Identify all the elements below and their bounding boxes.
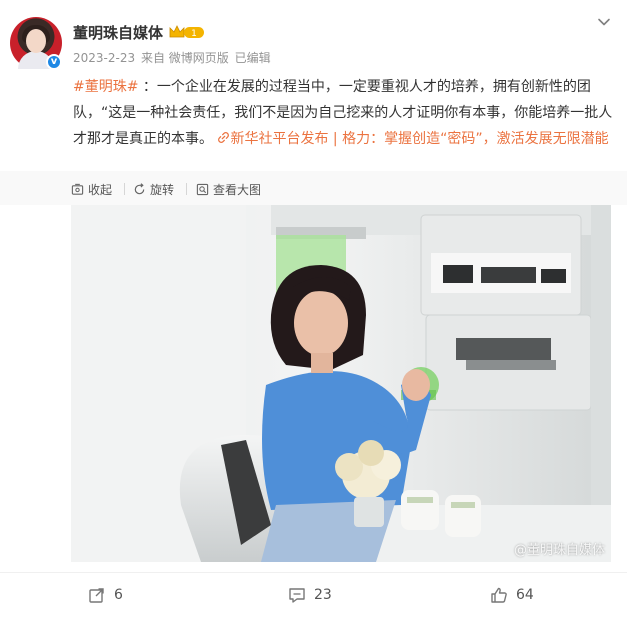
post-image[interactable]: @董明珠自媒体 [71,205,611,562]
crown-badge-icon[interactable]: 1 [168,23,206,41]
toolbar-divider [186,183,187,195]
like-button[interactable]: 64 [490,586,534,604]
chevron-down-icon[interactable] [596,14,612,30]
collapse-icon [71,183,84,195]
comment-button[interactable]: 23 [288,586,332,604]
like-count: 64 [516,587,534,603]
comment-icon [289,588,305,603]
avatar-face [26,29,46,53]
collapse-label: 收起 [88,183,113,197]
comment-count: 23 [314,587,332,603]
repost-icon [89,588,104,603]
post-source: 来自 微博网页版 [140,51,229,65]
link-icon [218,132,230,143]
collapse-button[interactable]: 收起 [71,181,112,198]
repost-count: 6 [114,587,123,603]
weibo-post-card: v 董明珠自媒体 1 2023-2-23 来自 微博网页版 已编辑 #董明珠# … [0,0,627,624]
verified-icon: v [46,54,62,70]
post-photo [71,205,611,562]
badge-level: 1 [191,29,197,39]
topic-link[interactable]: #董明珠# [73,79,138,95]
toolbar-divider [124,183,125,195]
rotate-button[interactable]: 旋转 [133,181,174,198]
article-link-text: 新华社平台发布 | 格力：掌握创造“密码”，激活发展无限潜能 [230,131,609,147]
view-large-label: 查看大图 [213,183,262,197]
edited-label[interactable]: 已编辑 [235,51,271,65]
like-icon [491,587,507,603]
post-text: #董明珠# ：一个企业在发展的过程当中，一定要重视人才的培养，拥有创新性的团队，… [73,74,613,152]
repost-button[interactable]: 6 [88,586,123,604]
view-large-button[interactable]: 查看大图 [196,181,261,198]
zoom-icon [196,183,209,196]
rotate-label: 旋转 [150,183,175,197]
post-meta: 2023-2-23 来自 微博网页版 已编辑 [73,49,273,66]
author-name[interactable]: 董明珠自媒体 [73,22,163,43]
image-watermark: @董明珠自媒体 [513,543,605,558]
article-link[interactable]: 新华社平台发布 | 格力：掌握创造“密码”，激活发展无限潜能 [217,131,609,147]
post-date[interactable]: 2023-2-23 [73,51,135,65]
rotate-icon [134,183,145,195]
